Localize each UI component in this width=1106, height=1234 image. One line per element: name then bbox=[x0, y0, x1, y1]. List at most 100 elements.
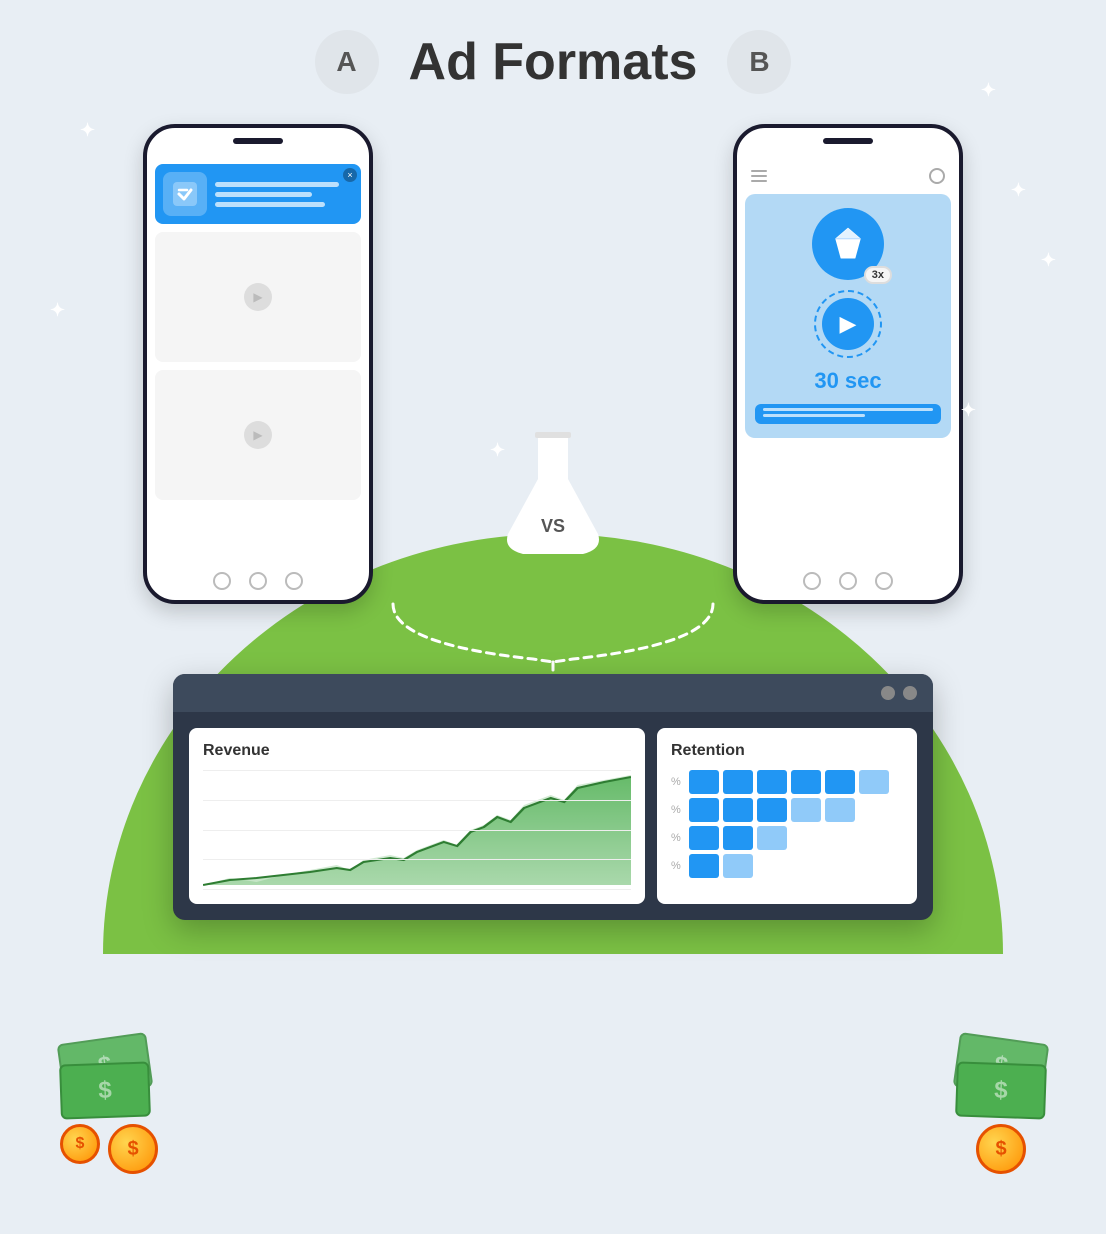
retention-grid: % % bbox=[671, 770, 903, 878]
chart-gridlines bbox=[203, 770, 631, 890]
money-right: $ bbox=[956, 1038, 1046, 1174]
circle-button bbox=[929, 168, 945, 184]
ad-banner-line-2 bbox=[215, 192, 312, 197]
ret-cell-2-6 bbox=[859, 798, 889, 822]
arrows-svg bbox=[253, 594, 853, 674]
page-title: Ad Formats bbox=[409, 32, 698, 92]
phone-b-dot-2 bbox=[839, 572, 857, 590]
retention-title: Retention bbox=[671, 742, 903, 760]
sparkle-4: ✦ bbox=[50, 300, 65, 321]
hamburger-line-2 bbox=[751, 175, 767, 177]
money-left: $ $ bbox=[60, 1038, 158, 1174]
play-button-rewarded[interactable]: ▶ bbox=[814, 290, 882, 358]
ret-cell-4-6 bbox=[859, 854, 889, 878]
play-icon-2: ▶ bbox=[244, 421, 272, 449]
retention-row-3: % bbox=[671, 826, 903, 850]
ad-banner-line-1 bbox=[215, 182, 339, 187]
phone-b-dot-3 bbox=[875, 572, 893, 590]
ad-close-button[interactable]: × bbox=[343, 168, 357, 182]
phone-dot-1 bbox=[213, 572, 231, 590]
ad-btn-line-1 bbox=[763, 408, 933, 411]
retention-row-2: % bbox=[671, 798, 903, 822]
phone-card-1: ▶ bbox=[155, 232, 361, 362]
diamond-badge: 3x bbox=[812, 208, 884, 280]
ad-banner: × bbox=[155, 164, 361, 224]
arrows-area bbox=[0, 594, 1106, 674]
coin-right-1: $ bbox=[976, 1124, 1026, 1174]
coin-left-1: $ bbox=[60, 1124, 100, 1164]
sparkle-6: ✦ bbox=[490, 440, 505, 461]
sparkle-7: ✦ bbox=[961, 400, 976, 421]
ret-label-1: % bbox=[671, 776, 685, 788]
retention-row-4: % bbox=[671, 854, 903, 878]
ret-cell-4-2 bbox=[723, 854, 753, 878]
phone-b-content: 3x ▶ 30 sec bbox=[737, 156, 959, 446]
revenue-chart-section: Revenue bbox=[189, 728, 645, 904]
ret-cell-2-4 bbox=[791, 798, 821, 822]
ret-cell-3-2 bbox=[723, 826, 753, 850]
ret-cell-1-2 bbox=[723, 770, 753, 794]
ret-cell-1-4 bbox=[791, 770, 821, 794]
coin-left-2: $ bbox=[108, 1124, 158, 1174]
ad-btn-line-2 bbox=[763, 414, 865, 417]
ret-cell-2-3 bbox=[757, 798, 787, 822]
flask-svg: VS bbox=[493, 424, 613, 564]
ret-cell-4-5 bbox=[825, 854, 855, 878]
phone-b-dot-1 bbox=[803, 572, 821, 590]
phone-a-content: × ▶ ▶ bbox=[147, 156, 369, 516]
ad-button-bar bbox=[755, 404, 941, 424]
dashboard-dot-2 bbox=[903, 686, 917, 700]
ret-cell-3-6 bbox=[859, 826, 889, 850]
ret-cell-2-1 bbox=[689, 798, 719, 822]
ret-cell-1-6 bbox=[859, 770, 889, 794]
ret-cell-1-1 bbox=[689, 770, 719, 794]
ret-label-4: % bbox=[671, 860, 685, 872]
phone-dot-2 bbox=[249, 572, 267, 590]
ret-label-2: % bbox=[671, 804, 685, 816]
gridline-5 bbox=[203, 889, 631, 890]
vs-flask: VS bbox=[493, 424, 613, 564]
rewarded-ad: 3x ▶ 30 sec bbox=[745, 194, 951, 438]
multiplier-badge: 3x bbox=[864, 266, 892, 284]
ret-cell-2-2 bbox=[723, 798, 753, 822]
ad-banner-icon bbox=[163, 172, 207, 216]
retention-row-1: % bbox=[671, 770, 903, 794]
hamburger-line-3 bbox=[751, 180, 767, 182]
ret-cell-4-4 bbox=[791, 854, 821, 878]
dashboard-dot-1 bbox=[881, 686, 895, 700]
sparkle-5: ✦ bbox=[1041, 250, 1056, 271]
ret-cell-4-3 bbox=[757, 854, 787, 878]
dashboard: Revenue bbox=[173, 674, 933, 920]
sparkle-1: ✦ bbox=[80, 120, 95, 141]
phones-container: × ▶ ▶ VS bbox=[0, 124, 1106, 604]
gridline-3 bbox=[203, 830, 631, 831]
play-inner: ▶ bbox=[822, 298, 874, 350]
play-icon-1: ▶ bbox=[244, 283, 272, 311]
ret-cell-3-3 bbox=[757, 826, 787, 850]
sparkle-3: ✦ bbox=[1011, 180, 1026, 201]
retention-section: Retention % % bbox=[657, 728, 917, 904]
gridline-1 bbox=[203, 770, 631, 771]
phone-card-2: ▶ bbox=[155, 370, 361, 500]
timer-label: 30 sec bbox=[814, 368, 881, 394]
phone-b-top-bar bbox=[745, 164, 951, 188]
revenue-chart bbox=[203, 770, 631, 890]
dashboard-header bbox=[173, 674, 933, 712]
header: A Ad Formats B bbox=[0, 0, 1106, 94]
ret-cell-1-3 bbox=[757, 770, 787, 794]
dashboard-content: Revenue bbox=[173, 712, 933, 904]
ret-label-3: % bbox=[671, 832, 685, 844]
hamburger-line-1 bbox=[751, 170, 767, 172]
ret-cell-2-5 bbox=[825, 798, 855, 822]
revenue-chart-title: Revenue bbox=[203, 742, 631, 760]
ad-banner-lines bbox=[215, 182, 353, 207]
ad-banner-line-3 bbox=[215, 202, 325, 207]
diamond-icon bbox=[827, 223, 869, 265]
money-bill-left-2 bbox=[59, 1061, 151, 1119]
gridline-4 bbox=[203, 859, 631, 860]
phone-a-bottom bbox=[147, 572, 369, 590]
ret-cell-3-5 bbox=[825, 826, 855, 850]
phone-b-bottom bbox=[737, 572, 959, 590]
phone-a: × ▶ ▶ bbox=[143, 124, 373, 604]
badge-a: A bbox=[315, 30, 379, 94]
